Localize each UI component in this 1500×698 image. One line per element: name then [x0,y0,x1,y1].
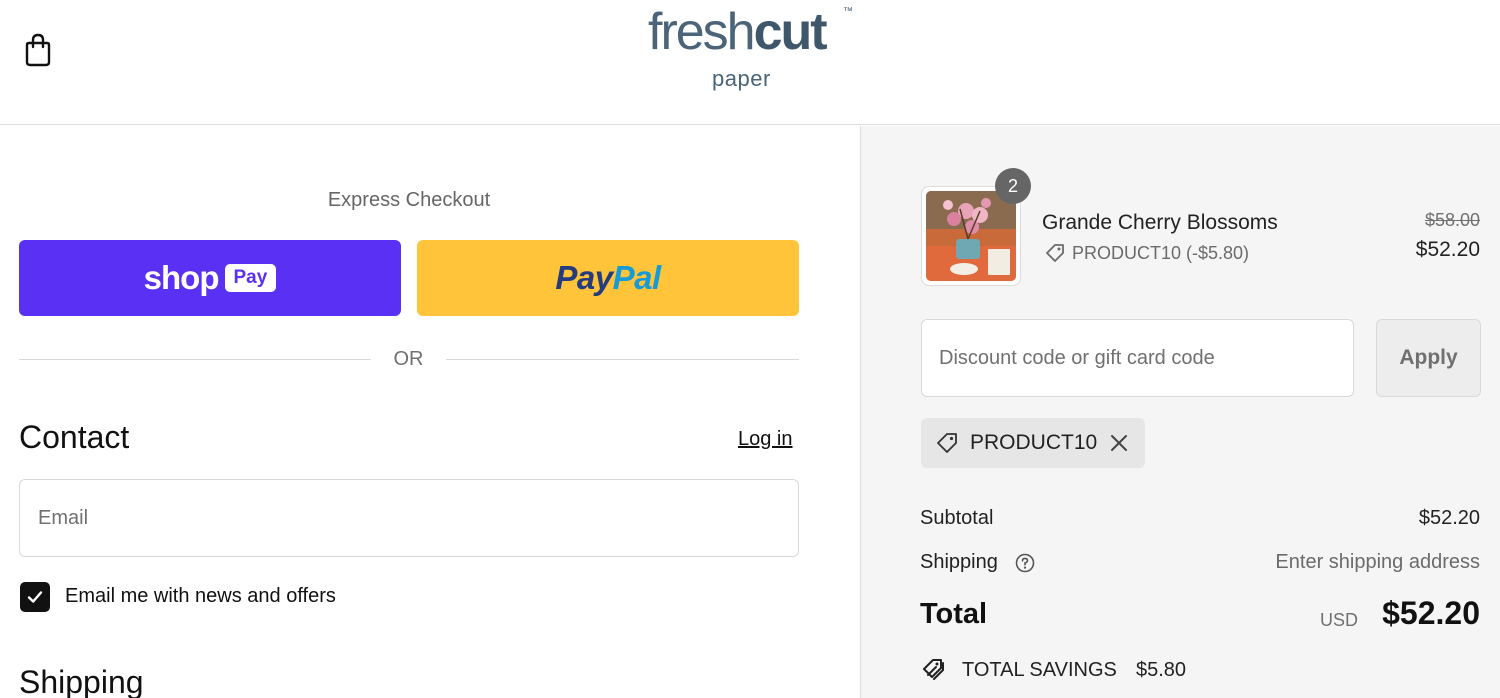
currency-code: USD [1319,610,1358,630]
tag-icon [1046,244,1064,262]
total-label: Total [920,598,988,630]
checkmark-icon [27,591,43,603]
newsletter-checkbox[interactable] [20,582,50,612]
shop-pay-button[interactable]: shop Pay [19,240,401,316]
logo-trademark: ™ [843,6,853,17]
product-discount-line: PRODUCT10 (-$5.80) [1072,243,1250,263]
discount-code-input[interactable] [921,319,1354,397]
shipping-value: Enter shipping address [1275,551,1480,573]
checkout-form-pane: Express Checkout shop Pay PayPal OR Cont… [0,126,860,698]
applied-discount-chip: PRODUCT10 [921,418,1145,468]
brand-logo[interactable]: freshcut ™ paper [648,2,858,102]
total-savings-value: $5.80 [1136,659,1187,681]
shop-pay-badge: Pay [224,264,277,292]
close-icon[interactable] [1107,431,1131,455]
shipping-heading: Shipping [19,664,144,698]
tag-icon [937,433,957,453]
applied-code-label: PRODUCT10 [970,431,1098,454]
header: freshcut ™ paper [0,0,1500,125]
contact-heading: Contact [19,419,130,455]
email-field[interactable] [19,479,799,557]
product-image [926,191,1016,281]
help-icon[interactable] [1014,552,1036,574]
apply-button[interactable]: Apply [1376,319,1481,397]
divider-left [19,359,371,360]
savings-tag-icon [923,659,944,680]
logo-wordmark: freshcut [648,3,828,61]
shipping-label: Shipping [920,551,998,573]
newsletter-label: Email me with news and offers [65,585,336,607]
login-link[interactable]: Log in [738,428,793,451]
subtotal-value: $52.20 [1418,507,1480,529]
shop-pay-wordmark: shop [143,259,220,296]
express-checkout-label: Express Checkout [327,189,491,211]
total-savings-label: TOTAL SAVINGS [962,659,1117,681]
or-divider-label: OR [393,348,424,370]
order-summary-pane: 2 Grande Cherry Blossoms PRODUCT10 (-$5.… [860,126,1500,698]
discounted-price: $52.20 [1415,238,1480,261]
divider-right [446,359,799,360]
subtotal-label: Subtotal [920,507,994,529]
total-value: $52.20 [1382,595,1480,631]
paypal-button[interactable]: PayPal [417,240,799,316]
paypal-wordmark: PayPal [555,259,661,296]
shopping-bag-icon[interactable] [22,32,54,68]
original-price: $58.00 [1424,210,1480,230]
product-name: Grande Cherry Blossoms [1042,211,1278,234]
logo-subtitle: paper [712,66,771,91]
quantity-badge: 2 [995,168,1031,204]
